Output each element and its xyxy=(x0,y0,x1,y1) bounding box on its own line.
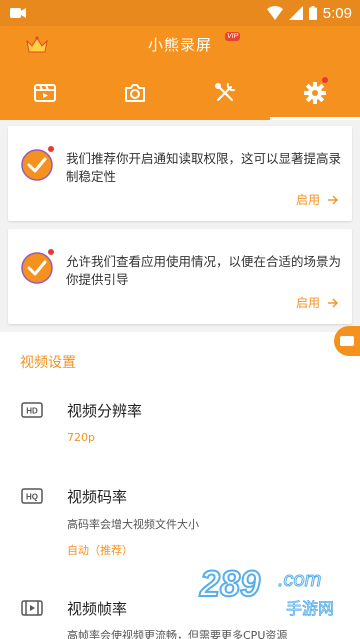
card-text: 我们推荐你开启通知读取权限，这可以显著提高录制稳定性 xyxy=(66,151,342,184)
check-circle-icon xyxy=(21,149,53,181)
enable-label: 启用 xyxy=(295,296,320,310)
video-list-icon xyxy=(34,84,56,102)
wifi-icon xyxy=(266,6,283,20)
battery-icon xyxy=(308,6,317,20)
site-watermark-logo: 289 .com 手游网 xyxy=(198,562,334,618)
floating-ball-button[interactable] xyxy=(334,326,360,356)
svg-text:289: 289 xyxy=(199,563,260,604)
settings-icon xyxy=(304,82,326,104)
arrow-right-icon xyxy=(328,298,338,307)
tab-settings[interactable] xyxy=(270,66,360,120)
signal-icon xyxy=(288,6,303,20)
card-badge xyxy=(48,249,54,255)
setting-resolution[interactable]: HD 视频分辨率 720p xyxy=(0,392,360,452)
section-title: 视频设置 xyxy=(20,355,76,371)
usage-permission-card: 允许我们查看应用使用情况，以便在合适的场景为你提供引导 启用 xyxy=(8,229,352,324)
setting-title: 视频码率 xyxy=(67,488,128,506)
notification-permission-card: 我们推荐你开启通知读取权限，这可以显著提高录制稳定性 启用 xyxy=(8,126,352,221)
enable-label: 启用 xyxy=(295,193,320,207)
setting-description: 高码率会增大视频文件大小 xyxy=(67,518,199,531)
tab-bar xyxy=(0,66,360,120)
hq-icon: HQ xyxy=(21,488,43,504)
video-camera-icon xyxy=(10,8,26,18)
enable-button[interactable]: 启用 xyxy=(296,191,338,208)
film-icon xyxy=(21,600,43,616)
svg-text:HD: HD xyxy=(26,407,38,416)
setting-description: 高帧率会使视频更流畅，但需要更多CPU资源 xyxy=(67,629,288,639)
card-text: 允许我们查看应用使用情况，以便在合适的场景为你提供引导 xyxy=(66,254,342,287)
tab-videos[interactable] xyxy=(0,66,90,120)
camera-icon xyxy=(125,84,145,102)
hd-icon: HD xyxy=(21,402,43,418)
status-bar: 5:09 xyxy=(0,0,360,26)
check-circle-icon xyxy=(21,252,53,284)
arrow-right-icon xyxy=(328,195,338,204)
svg-text:手游网: 手游网 xyxy=(286,599,334,618)
vip-badge[interactable]: VIP xyxy=(225,32,241,41)
app-title: 小熊录屏 xyxy=(147,36,212,54)
setting-title: 视频分辨率 xyxy=(67,402,143,420)
card-badge xyxy=(48,146,54,152)
setting-bitrate[interactable]: HQ 视频码率 高码率会增大视频文件大小 自动（推荐） xyxy=(0,480,360,560)
tools-icon xyxy=(215,83,235,101)
app-header: 小熊录屏 VIP xyxy=(0,26,360,66)
svg-text:HQ: HQ xyxy=(26,493,38,502)
setting-title: 视频帧率 xyxy=(67,600,128,618)
svg-text:.com: .com xyxy=(278,569,321,591)
floating-ball-icon xyxy=(340,336,354,346)
enable-button[interactable]: 启用 xyxy=(296,294,338,311)
tab-screenshots[interactable] xyxy=(90,66,180,120)
setting-value: 720p xyxy=(67,431,95,444)
notification-dot xyxy=(322,77,328,83)
status-time: 5:09 xyxy=(322,4,352,22)
setting-value: 自动（推荐） xyxy=(67,544,133,557)
tab-tools[interactable] xyxy=(180,66,270,120)
